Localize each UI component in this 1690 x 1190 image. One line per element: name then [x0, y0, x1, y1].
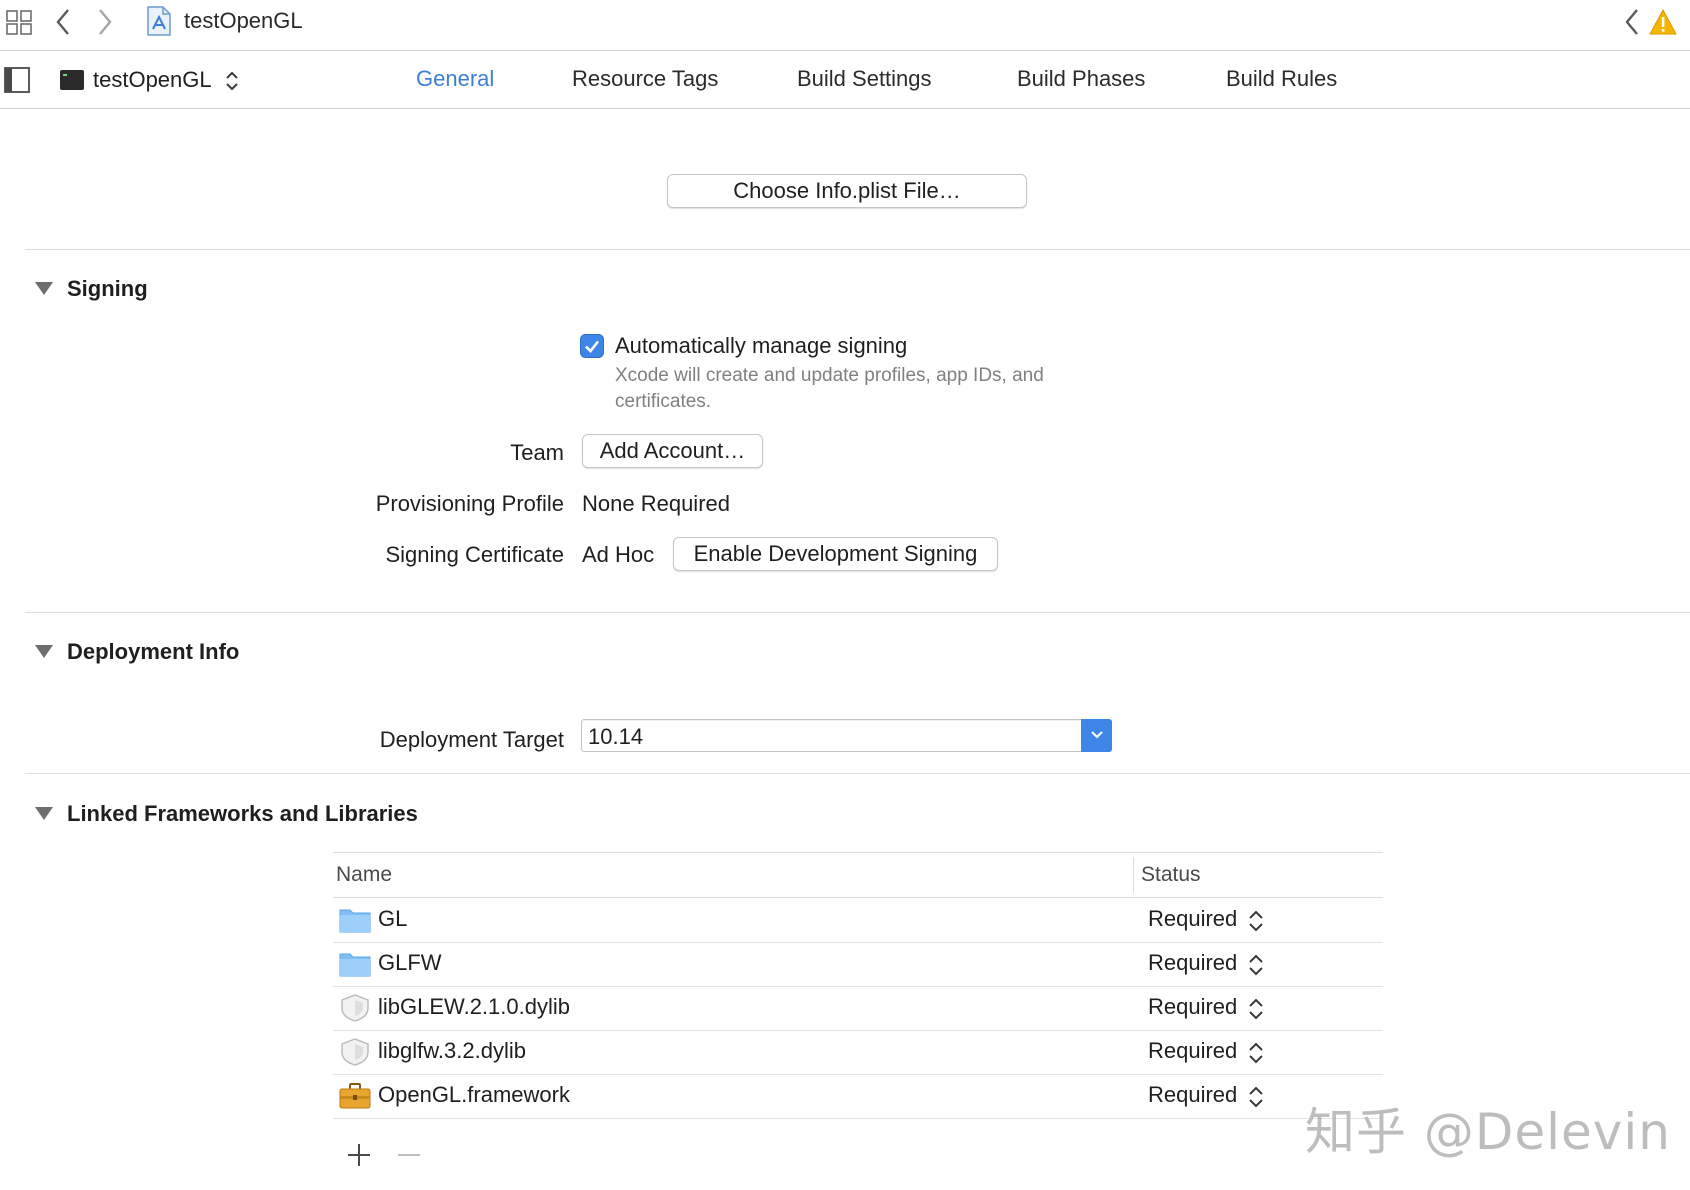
top-toolbar: testOpenGL [0, 0, 1690, 51]
table-row[interactable]: GLFW Required [333, 942, 1383, 987]
choose-info-plist-button[interactable]: Choose Info.plist File… [667, 174, 1027, 208]
status-stepper-icon[interactable] [1248, 908, 1264, 934]
tab-general[interactable]: General [416, 66, 494, 92]
folder-icon [339, 953, 371, 977]
deployment-target-label: Deployment Target [379, 727, 564, 752]
grid-icon[interactable] [6, 10, 34, 36]
row-name: libglfw.3.2.dylib [378, 1038, 526, 1063]
auto-manage-checkbox[interactable] [580, 334, 604, 358]
table-row[interactable]: GL Required [333, 898, 1383, 943]
team-label: Team [510, 440, 564, 465]
row-status[interactable]: Required [1148, 950, 1237, 976]
status-stepper-icon[interactable] [1248, 1040, 1264, 1066]
row-status[interactable]: Required [1148, 994, 1237, 1020]
column-separator [1133, 857, 1134, 893]
deployment-target-combobox[interactable]: 10.14 [581, 719, 1112, 752]
frameworks-section-title: Linked Frameworks and Libraries [67, 801, 418, 826]
auto-manage-label[interactable]: Automatically manage signing [615, 333, 907, 359]
chevron-down-icon [1091, 731, 1103, 739]
library-shield-icon [341, 1038, 369, 1066]
column-header-status[interactable]: Status [1141, 863, 1201, 887]
row-status[interactable]: Required [1148, 1082, 1237, 1108]
minus-icon[interactable] [396, 1142, 422, 1168]
deployment-disclosure-triangle-icon[interactable] [35, 645, 53, 658]
add-account-button[interactable]: Add Account… [582, 434, 763, 468]
table-row[interactable]: libglfw.3.2.dylib Required [333, 1030, 1383, 1075]
sidebar-toggle-icon[interactable] [4, 67, 30, 93]
status-stepper-icon[interactable] [1248, 996, 1264, 1022]
deployment-target-value[interactable]: 10.14 [588, 724, 643, 750]
signing-disclosure-triangle-icon[interactable] [35, 282, 53, 295]
target-stepper-icon[interactable] [225, 70, 239, 92]
target-selector[interactable]: testOpenGL [93, 67, 212, 93]
tab-resource-tags[interactable]: Resource Tags [572, 66, 718, 92]
row-name: GLFW [378, 950, 442, 975]
library-shield-icon [341, 994, 369, 1022]
provisioning-profile-value: None Required [582, 491, 730, 516]
tab-build-rules[interactable]: Build Rules [1226, 66, 1337, 92]
row-status[interactable]: Required [1148, 1038, 1237, 1064]
chevron-right-icon[interactable] [97, 8, 113, 36]
table-row[interactable]: OpenGL.framework Required [333, 1074, 1383, 1119]
enable-development-signing-button[interactable]: Enable Development Signing [673, 537, 998, 571]
row-name: OpenGL.framework [378, 1082, 570, 1107]
auto-manage-hint: Xcode will create and update profiles, a… [615, 365, 1044, 412]
provisioning-profile-label: Provisioning Profile [375, 491, 564, 516]
tab-build-settings[interactable]: Build Settings [797, 66, 932, 92]
warning-icon[interactable] [1648, 8, 1678, 36]
section-divider [25, 249, 1690, 250]
table-header: Name Status [333, 853, 1383, 898]
frameworks-disclosure-triangle-icon[interactable] [35, 807, 53, 820]
status-stepper-icon[interactable] [1248, 1084, 1264, 1110]
row-name: libGLEW.2.1.0.dylib [378, 994, 570, 1019]
deployment-target-dropdown-button[interactable] [1081, 719, 1112, 752]
table-row[interactable]: libGLEW.2.1.0.dylib Required [333, 986, 1383, 1031]
signing-section-title: Signing [67, 276, 148, 301]
issue-back-chevron-icon[interactable] [1624, 8, 1640, 36]
chevron-left-icon[interactable] [55, 8, 71, 36]
deployment-section-title: Deployment Info [67, 639, 240, 664]
signing-certificate-value: Ad Hoc [582, 542, 655, 567]
signing-certificate-label: Signing Certificate [385, 542, 564, 567]
row-status[interactable]: Required [1148, 906, 1237, 932]
watermark-text: 知乎 @Delevin [1305, 1103, 1671, 1161]
plus-icon[interactable] [346, 1142, 372, 1168]
xcode-project-icon [147, 6, 171, 36]
project-title[interactable]: testOpenGL [184, 8, 303, 34]
folder-icon [339, 909, 371, 933]
terminal-target-icon [60, 70, 84, 90]
section-divider [25, 773, 1690, 774]
toolbox-icon [339, 1083, 371, 1109]
status-stepper-icon[interactable] [1248, 952, 1264, 978]
row-name: GL [378, 906, 408, 931]
section-divider [25, 612, 1690, 613]
tab-build-phases[interactable]: Build Phases [1017, 66, 1145, 92]
column-header-name[interactable]: Name [336, 863, 392, 887]
